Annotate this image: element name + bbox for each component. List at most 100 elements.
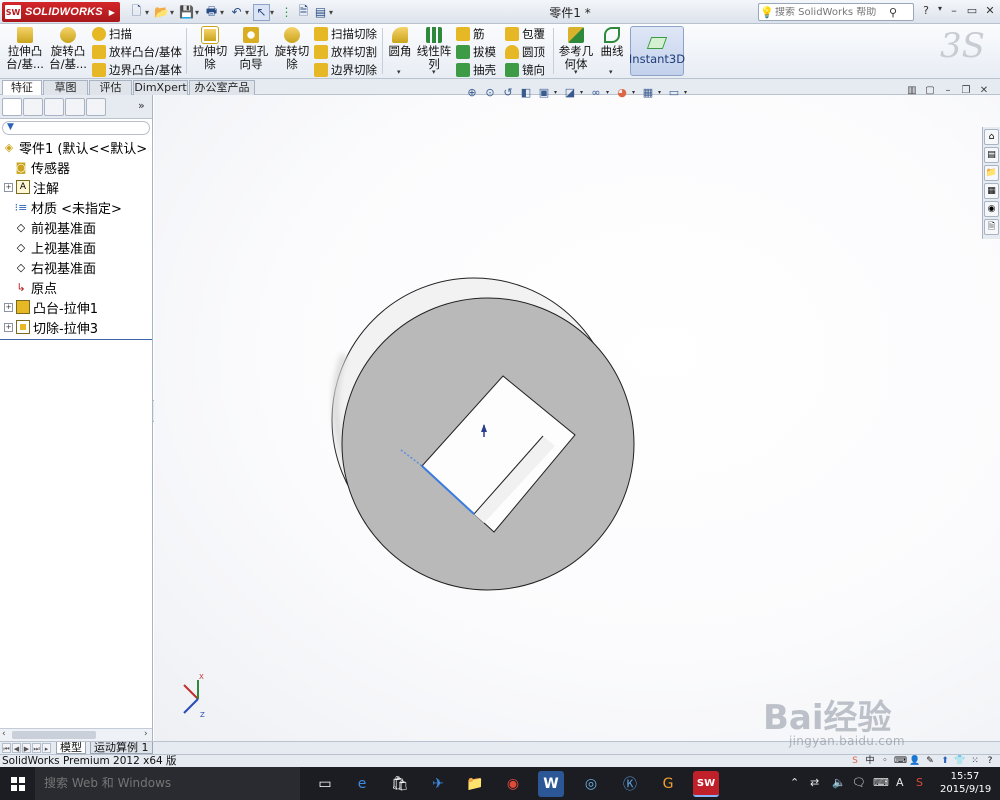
edge-browser-icon[interactable]: e [349,771,375,797]
tab-office-products[interactable]: 办公室产品 [189,80,255,95]
tray-up-icon[interactable]: ⌃ [790,776,799,789]
scroll-right-icon[interactable]: › [144,729,148,739]
view-orientation-icon[interactable]: ▣ [536,85,552,99]
chevron-down-icon[interactable]: ▾ [632,89,638,96]
expand-plus-icon[interactable]: + [4,182,13,192]
chevron-down-icon[interactable]: ▾ [432,68,436,76]
wrap-button[interactable]: 包覆 [505,25,545,42]
doc-minimize-icon[interactable]: – [940,85,956,96]
chevron-down-icon[interactable]: ▾ [684,89,690,96]
chevron-down-icon[interactable]: ▾ [195,8,203,17]
shirt-icon[interactable]: 👕 [954,755,966,767]
g-app-icon[interactable]: G [655,771,681,797]
hide-show-items-icon[interactable]: ∞ [588,85,604,99]
ime-lang-icon[interactable]: 中 [864,755,876,767]
doc-restore-icon[interactable]: ❐ [958,85,974,96]
curves-button[interactable]: 曲线 [598,27,626,58]
scroll-left-icon[interactable]: ‹ [2,729,6,739]
network-icon[interactable]: ⇄ [810,776,819,789]
shell-button[interactable]: 抽壳 [456,61,496,78]
open-folder-icon[interactable]: 📂 [153,4,170,21]
store-icon[interactable]: 🛍 [387,771,413,797]
solidworks-resources-icon[interactable]: ⌂ [984,129,999,145]
expand-plus-icon[interactable]: + [4,302,13,312]
expand-plus-icon[interactable]: + [4,322,13,332]
search-icon[interactable]: ⚲ [885,6,901,19]
touch-keyboard-icon[interactable]: ⌨ [873,776,889,789]
reference-geometry-button[interactable]: 参考几 何体 [557,27,595,71]
tab-model[interactable]: 模型 [56,742,86,754]
hole-wizard-button[interactable]: 异型孔 向导 [231,27,271,71]
horizontal-scrollbar[interactable]: ‹ › [0,728,152,741]
next-tab-icon[interactable]: ▶ [22,743,31,753]
print-icon[interactable]: 🖶 [203,4,220,21]
close-button[interactable]: ✕ [982,4,998,17]
revolve-boss-button[interactable]: 旋转凸 台/基... [48,27,88,71]
tree-item-right-plane[interactable]: ◇ 右视基准面 [14,257,96,277]
chevron-down-icon[interactable]: ▾ [397,68,401,76]
save-icon[interactable]: 💾 [178,4,195,21]
boundary-boss-button[interactable]: 边界凸台/基体 [92,61,182,78]
tree-item-origin[interactable]: ↳ 原点 [14,277,57,297]
undo-icon[interactable]: ↶ [228,4,245,21]
scroll-thumb[interactable] [12,731,96,739]
chevron-down-icon[interactable]: ▾ [145,8,153,17]
punctuation-icon[interactable]: ◦ [879,755,891,767]
tab-dimxpert[interactable]: DimXpert [133,80,188,95]
prev-tab-icon[interactable]: ◀ [12,743,21,753]
loft-boss-button[interactable]: 放样凸台/基体 [92,43,182,60]
property-manager-tab-icon[interactable] [23,98,43,116]
taskbar-clock[interactable]: 15:57 2015/9/19 [940,770,991,796]
last-tab-icon[interactable]: ⏭ [32,743,41,753]
loft-cut-button[interactable]: 放样切割 [314,43,377,60]
chevron-down-icon[interactable]: ▾ [329,8,337,17]
chevron-down-icon[interactable]: ▾ [554,89,560,96]
chevron-down-icon[interactable]: ▾ [220,8,228,17]
solidworks-taskbar-icon[interactable]: SW [693,771,719,797]
zoom-to-fit-icon[interactable]: ⊕ [464,85,480,99]
tab-features[interactable]: 特征 [2,80,42,95]
traffic-light-icon[interactable]: ⋮ [278,4,295,21]
k-app-icon[interactable]: Ⓚ [617,771,643,797]
task-view-icon[interactable]: ▭ [312,771,338,797]
draft-button[interactable]: 拔模 [456,43,496,60]
display-style-icon[interactable]: ◪ [562,85,578,99]
fillet-button[interactable]: 圆角 [386,27,414,58]
zoom-to-area-icon[interactable]: ⊙ [482,85,498,99]
tree-item-top-plane[interactable]: ◇ 上视基准面 [14,237,96,257]
graphics-area[interactable]: X Z ⊕ ⊙ ↺ ◧ ▣ ▾ ◪ ▾ ∞ ▾ ◕ ▾ ▦ ▾ ▭ ▾ ▥ ▢ – ❐ ✕ [154,85,1000,741]
help-bubble-icon[interactable]: ? [984,755,996,767]
tree-item-material[interactable]: ⁝≡ 材质 <未指定> [14,197,122,217]
restore-button[interactable]: ▭ [964,4,980,17]
first-tab-icon[interactable]: ⏮ [2,743,11,753]
sweep-button[interactable]: 扫描 [92,25,132,42]
design-library-icon[interactable]: ▤ [984,147,999,163]
tab-scroll-icon[interactable]: ▸ [42,743,51,753]
notification-icon[interactable]: 🗨 [852,776,866,789]
bird-app-icon[interactable]: ✈ [425,771,451,797]
tab-motion-study-1[interactable]: 运动算例 1 [90,742,153,754]
up-arrow-icon[interactable]: ⬆ [939,755,951,767]
tab-evaluate[interactable]: 评估 [89,80,132,95]
mirror-button[interactable]: 镜向 [505,61,545,78]
sweep-cut-button[interactable]: 扫描切除 [314,25,377,42]
start-button[interactable] [0,767,35,800]
chevron-down-icon[interactable]: ▾ [658,89,664,96]
tree-item-boss-extrude1[interactable]: + 凸台-拉伸1 [4,297,98,317]
keyboard-icon[interactable]: ⌨ [894,755,907,767]
chevron-down-icon[interactable]: ▾ [170,8,178,17]
feature-manager-tab-icon[interactable] [2,98,22,116]
help-search-box[interactable]: 💡 ⚲ [758,3,914,21]
custom-properties-icon[interactable]: 🗎 [984,219,999,235]
dome-button[interactable]: 圆顶 [505,43,545,60]
rollback-bar[interactable] [0,339,152,340]
file-explorer-icon[interactable]: 📁 [984,165,999,181]
extrude-boss-button[interactable]: 拉伸凸 台/基... [6,27,44,71]
chevron-down-icon[interactable]: ▾ [580,89,586,96]
extrude-cut-button[interactable]: 拉伸切 除 [190,26,230,71]
previous-view-icon[interactable]: ↺ [500,85,516,99]
single-view-icon[interactable]: ▢ [922,85,938,96]
tree-item-cut-extrude3[interactable]: + 切除-拉伸3 [4,317,98,337]
help-search-input[interactable] [775,6,885,18]
tree-root-part[interactable]: ◈ 零件1 (默认<<默认> [2,137,147,157]
